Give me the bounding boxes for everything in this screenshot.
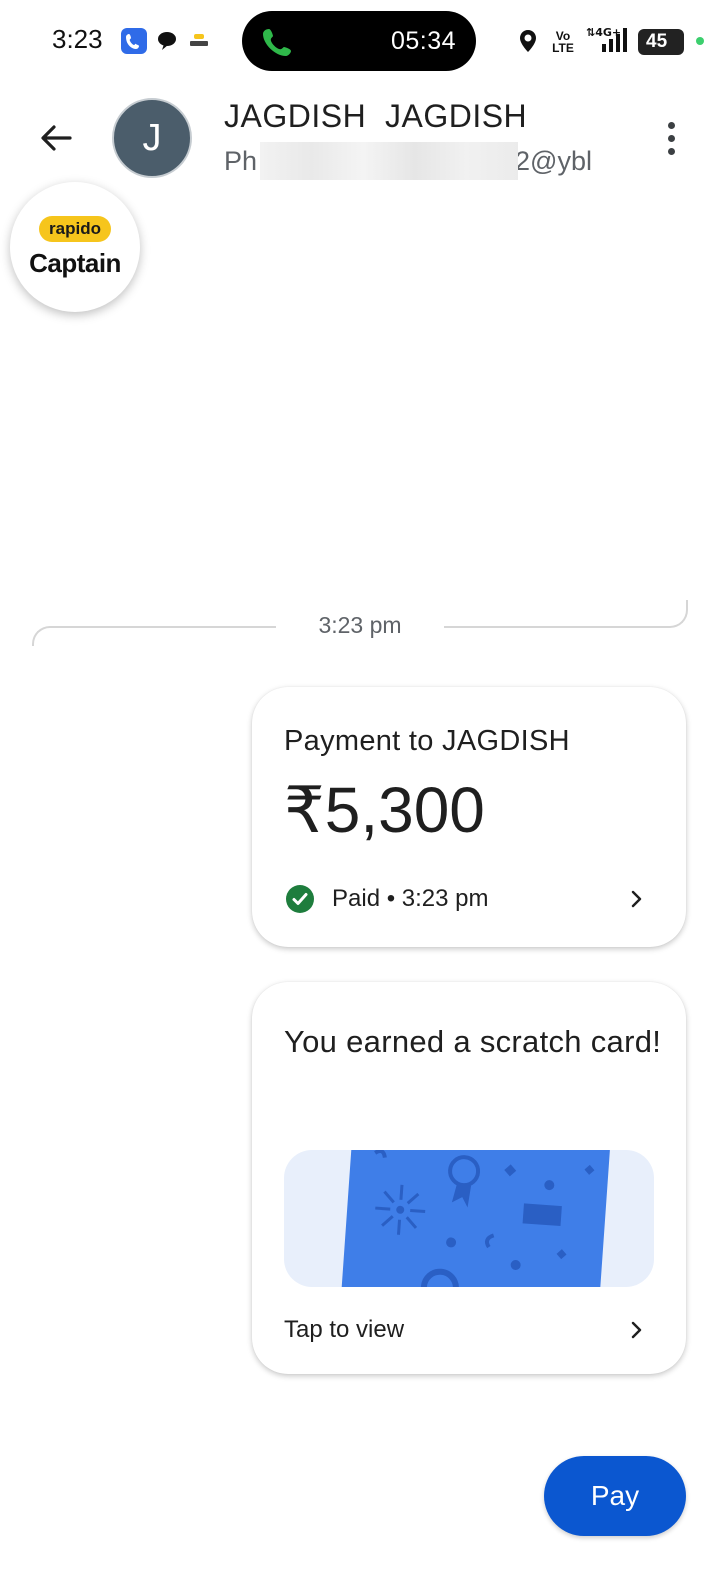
payment-card[interactable]: Payment to JAGDISH ₹5,300 Paid • 3:23 pm <box>252 687 686 947</box>
more-options-button[interactable] <box>650 112 692 164</box>
ongoing-call-pill[interactable]: 05:34 <box>242 11 476 71</box>
captain-label: Captain <box>29 247 121 278</box>
status-time: 3:23 <box>52 24 103 54</box>
pay-button[interactable]: Pay <box>544 1456 686 1536</box>
more-dot-icon <box>667 121 675 129</box>
call-timer: 05:34 <box>390 27 456 55</box>
upi-prefix: Ph <box>224 146 258 176</box>
chevron-right-icon <box>626 889 646 909</box>
call-icon <box>260 25 294 59</box>
contact-name[interactable]: JAGDISH JAGDISH <box>224 98 527 135</box>
divider-left-line <box>32 626 276 646</box>
payment-status-row[interactable]: Paid • 3:23 pm <box>284 883 654 917</box>
tap-to-view-link[interactable]: Tap to view <box>284 1316 404 1344</box>
redacted-upi-block <box>260 142 518 180</box>
back-arrow-icon <box>41 125 72 151</box>
scratch-card-title: You earned a scratch card! <box>284 1024 662 1059</box>
upi-suffix: 2@ybl <box>515 146 592 176</box>
scratch-card-footer[interactable]: Tap to view <box>284 1316 654 1350</box>
phone-app-icon <box>121 28 147 54</box>
chat-timestamp: 3:23 pm <box>318 612 402 638</box>
chevron-right-icon <box>626 1320 646 1340</box>
payment-title: Payment to JAGDISH <box>284 725 570 757</box>
scratch-card-image[interactable] <box>284 1150 654 1287</box>
rapido-logo: rapido <box>39 215 111 242</box>
more-dot-icon <box>667 147 675 155</box>
back-button[interactable] <box>30 112 82 164</box>
signal-icon: ⇅4G+ <box>586 24 630 58</box>
payment-amount: ₹5,300 <box>284 774 485 846</box>
location-icon <box>516 24 540 58</box>
svg-text:⇅4G+: ⇅4G+ <box>586 26 621 39</box>
scratch-card-illustration <box>340 1150 610 1287</box>
status-bar: 3:23 05:34 Vo LTE ⇅4G+ 45 <box>0 0 720 84</box>
volte-indicator: Vo LTE <box>552 29 574 55</box>
check-circle-icon <box>286 885 314 913</box>
payment-status: Paid • 3:23 pm <box>332 885 489 912</box>
chat-app-icon <box>156 28 180 54</box>
more-dot-icon <box>667 134 675 142</box>
captain-app-icon <box>188 34 210 48</box>
rapido-captain-bubble[interactable]: rapido Captain <box>10 182 140 312</box>
contact-avatar[interactable]: J <box>112 98 192 178</box>
scratch-card-message[interactable]: You earned a scratch card! Tap to view <box>252 982 686 1374</box>
battery-icon: 45 <box>638 29 684 55</box>
privacy-indicator-dot <box>696 37 704 45</box>
divider-right-line <box>444 600 688 628</box>
